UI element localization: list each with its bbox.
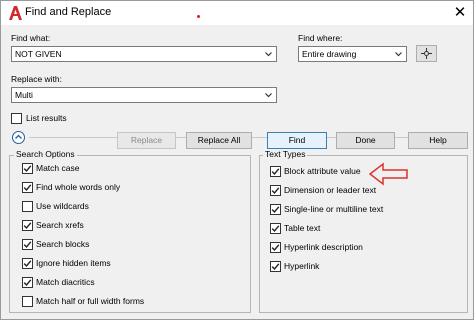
checkmark-icon <box>271 263 280 271</box>
chevron-up-icon <box>15 134 22 139</box>
find-where-value: Entire drawing <box>302 49 357 59</box>
search-option-checkbox-6[interactable] <box>22 277 33 288</box>
text-type-checkbox-2[interactable] <box>270 204 281 215</box>
search-option-checkbox-0[interactable] <box>22 163 33 174</box>
search-option-checkbox-3[interactable] <box>22 220 33 231</box>
text-type-label-2: Single-line or multiline text <box>284 204 384 214</box>
search-option-checkbox-2[interactable] <box>22 201 33 212</box>
autocad-icon <box>9 6 22 20</box>
search-options-title: Search Options <box>14 149 77 159</box>
text-type-checkbox-3[interactable] <box>270 223 281 234</box>
search-option-label-0: Match case <box>36 163 80 173</box>
find-what-value: NOT GIVEN <box>15 49 62 59</box>
chevron-down-icon[interactable] <box>264 89 273 101</box>
collapse-options-button[interactable] <box>12 131 25 144</box>
text-type-label-0: Block attribute value <box>284 166 361 176</box>
close-button[interactable]: ✕ <box>449 3 471 23</box>
text-type-checkbox-5[interactable] <box>270 261 281 272</box>
search-option-label-7: Match half or full width forms <box>36 296 145 306</box>
find-what-combobox[interactable]: NOT GIVEN <box>11 46 277 62</box>
search-option-checkbox-1[interactable] <box>22 182 33 193</box>
find-button[interactable]: Find <box>267 132 327 149</box>
text-type-checkbox-0[interactable] <box>270 166 281 177</box>
checkmark-icon <box>23 260 32 268</box>
search-option-label-2: Use wildcards <box>36 201 89 211</box>
replace-button[interactable]: Replace <box>117 132 176 149</box>
chevron-down-icon[interactable] <box>394 48 403 60</box>
checkmark-icon <box>23 184 32 192</box>
search-option-label-6: Match diacritics <box>36 277 95 287</box>
search-option-checkbox-4[interactable] <box>22 239 33 250</box>
find-what-label: Find what: <box>11 33 51 43</box>
checkmark-icon <box>271 244 280 252</box>
text-type-label-4: Hyperlink description <box>284 242 363 252</box>
search-option-label-1: Find whole words only <box>36 182 121 192</box>
text-type-checkbox-4[interactable] <box>270 242 281 253</box>
checkmark-icon <box>271 187 280 195</box>
find-where-label: Find where: <box>298 33 343 43</box>
annotation-arrow-icon <box>369 162 408 186</box>
search-option-checkbox-5[interactable] <box>22 258 33 269</box>
text-type-label-5: Hyperlink <box>284 261 320 271</box>
text-type-checkbox-1[interactable] <box>270 185 281 196</box>
title-bar: Find and Replace ✕ <box>1 1 473 25</box>
decorative-dot <box>197 15 200 18</box>
window-title: Find and Replace <box>25 6 112 18</box>
text-types-group <box>259 155 468 313</box>
select-objects-icon <box>421 48 432 59</box>
checkmark-icon <box>23 279 32 287</box>
checkmark-icon <box>23 165 32 173</box>
list-results-label: List results <box>26 113 67 123</box>
done-button[interactable]: Done <box>336 132 395 149</box>
text-type-label-1: Dimension or leader text <box>284 185 377 195</box>
checkmark-icon <box>271 225 280 233</box>
find-where-dropdown[interactable]: Entire drawing <box>298 46 407 62</box>
search-options-group <box>9 155 251 313</box>
text-types-title: Text Types <box>263 149 308 159</box>
checkmark-icon <box>271 168 280 176</box>
replace-with-combobox[interactable]: Multi <box>11 87 277 103</box>
checkmark-icon <box>23 241 32 249</box>
replace-with-label: Replace with: <box>11 74 63 84</box>
replace-all-button[interactable]: Replace All <box>186 132 252 149</box>
text-type-label-3: Table text <box>284 223 321 233</box>
search-option-label-4: Search blocks <box>36 239 90 249</box>
select-objects-button[interactable] <box>416 45 437 62</box>
find-and-replace-dialog: Find and Replace ✕ Find what: NOT GIVEN … <box>0 0 474 320</box>
replace-with-value: Multi <box>15 90 33 100</box>
checkmark-icon <box>271 206 280 214</box>
chevron-down-icon[interactable] <box>264 48 273 60</box>
checkmark-icon <box>23 222 32 230</box>
search-option-label-3: Search xrefs <box>36 220 84 230</box>
search-option-checkbox-7[interactable] <box>22 296 33 307</box>
list-results-checkbox[interactable] <box>11 113 22 124</box>
help-button[interactable]: Help <box>408 132 468 149</box>
search-option-label-5: Ignore hidden items <box>36 258 111 268</box>
